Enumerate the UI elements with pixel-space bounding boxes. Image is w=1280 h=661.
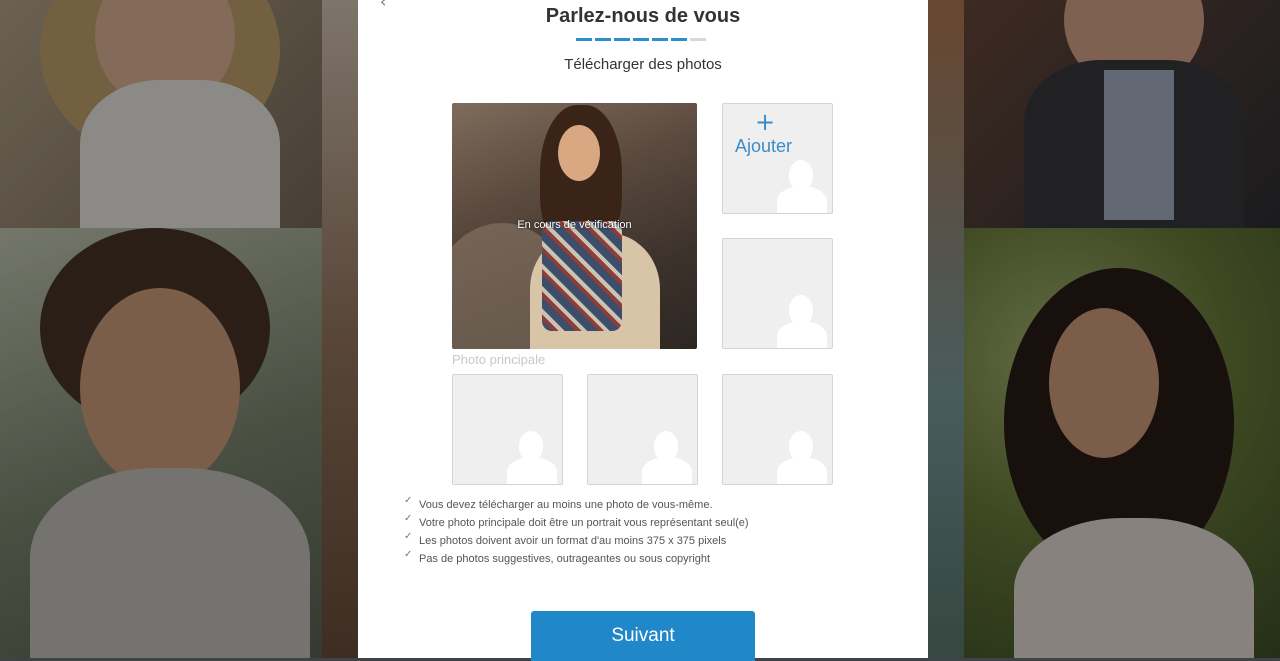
photo-slot[interactable]	[587, 374, 698, 485]
main-photo[interactable]: En cours de vérification	[452, 103, 697, 349]
step-subtitle: Télécharger des photos	[564, 56, 722, 73]
progress-segment	[633, 38, 649, 41]
main-photo-caption: Photo principale	[452, 352, 546, 367]
add-photo-slot[interactable]: + Ajouter	[722, 103, 833, 214]
photo-slot[interactable]	[722, 374, 833, 485]
checkmark-icon: ✓	[404, 513, 413, 524]
photo-slot[interactable]	[452, 374, 563, 485]
background-photo-bottom-left	[0, 228, 322, 658]
add-photo-label: Ajouter	[735, 136, 793, 156]
photo-slot[interactable]	[722, 238, 833, 349]
checkmark-icon: ✓	[404, 495, 413, 506]
requirement-item: ✓ Votre photo principale doit être un po…	[404, 513, 749, 532]
photo-requirements: ✓ Vous devez télécharger au moins une ph…	[404, 495, 749, 568]
requirement-item: ✓ Pas de photos suggestives, outrageante…	[404, 549, 749, 568]
background-photo-top-right	[964, 0, 1280, 228]
background-photo-top-left	[0, 0, 322, 228]
plus-icon: +	[754, 108, 776, 136]
background-photo-strip-left	[322, 0, 358, 658]
background-photo-strip-right	[928, 0, 964, 658]
verification-status: En cours de vérification	[517, 219, 632, 231]
progress-segment	[671, 38, 687, 41]
step-progress	[576, 38, 706, 41]
modal-title: Parlez-nous de vous	[545, 5, 741, 27]
checkmark-icon: ✓	[404, 549, 413, 560]
progress-segment	[614, 38, 630, 41]
requirement-item: ✓ Les photos doivent avoir un format d'a…	[404, 531, 749, 550]
next-button[interactable]: Suivant	[531, 611, 755, 661]
requirement-item: ✓ Vous devez télécharger au moins une ph…	[404, 495, 749, 514]
progress-segment	[652, 38, 668, 41]
checkmark-icon: ✓	[404, 531, 413, 542]
progress-segment	[576, 38, 592, 41]
progress-segment	[595, 38, 611, 41]
profile-photo-modal: ‹ Parlez-nous de vous Télécharger des ph…	[358, 0, 928, 661]
background-photo-bottom-right	[964, 228, 1280, 658]
progress-segment	[690, 38, 706, 41]
